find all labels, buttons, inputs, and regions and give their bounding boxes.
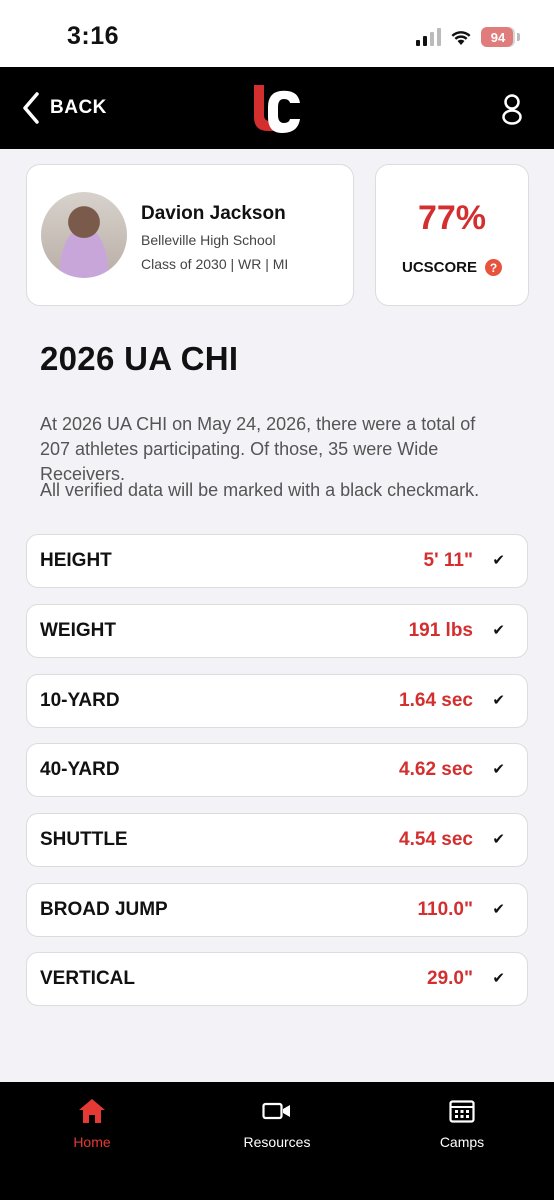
metric-value: 4.62 sec — [399, 759, 473, 780]
verified-note: All verified data will be marked with a … — [40, 480, 480, 500]
athlete-class-position-state: Class of 2030 | WR | MI — [141, 256, 289, 272]
nav-resources[interactable]: Resources — [222, 1096, 332, 1150]
verified-check-icon: ✔ — [492, 692, 505, 709]
nav-home-label: Home — [73, 1134, 111, 1150]
wifi-icon — [451, 30, 471, 45]
verified-check-icon: ✔ — [492, 552, 505, 569]
metric-value: 4.54 sec — [399, 829, 473, 850]
battery-percent: 94 — [490, 29, 506, 45]
help-icon[interactable]: ? — [485, 259, 502, 276]
chevron-left-icon — [23, 92, 39, 124]
back-label: BACK — [50, 97, 107, 118]
ucscore-card: 77% UCSCORE ? — [375, 164, 529, 306]
athlete-name: Davion Jackson — [141, 203, 286, 224]
nav-camps[interactable]: Camps — [407, 1096, 517, 1150]
verified-check-icon: ✔ — [492, 831, 505, 848]
athlete-profile-card[interactable]: Davion Jackson Belleville High School Cl… — [26, 164, 354, 306]
metric-value: 5' 11" — [423, 550, 473, 571]
metric-label: 40-YARD — [40, 759, 120, 780]
bottom-nav: Home Resources Camps — [0, 1082, 554, 1200]
verified-check-icon: ✔ — [492, 761, 505, 778]
metric-value: 110.0" — [417, 899, 473, 920]
status-icons: 94 — [416, 25, 520, 49]
metric-row-vertical: VERTICAL 29.0" ✔ — [26, 952, 528, 1006]
nav-camps-label: Camps — [439, 1134, 485, 1150]
metric-label: 10-YARD — [40, 690, 120, 711]
ucscore-value: 77% — [417, 199, 487, 237]
battery-icon: 94 — [481, 27, 515, 47]
metric-row-shuttle: SHUTTLE 4.54 sec ✔ — [26, 813, 528, 867]
home-icon — [79, 1099, 105, 1123]
status-time: 3:16 — [67, 22, 120, 50]
cellular-signal-icon — [416, 28, 441, 46]
nav-home[interactable]: Home — [37, 1096, 147, 1150]
metric-value: 29.0" — [427, 968, 473, 989]
video-camera-icon — [262, 1102, 290, 1120]
uc-logo — [254, 85, 300, 133]
app-header: BACK — [0, 67, 554, 149]
verified-check-icon: ✔ — [492, 901, 505, 918]
ucscore-label-row: UCSCORE ? — [376, 259, 528, 276]
verified-check-icon: ✔ — [492, 622, 505, 639]
metric-row-40-yard: 40-YARD 4.62 sec ✔ — [26, 743, 528, 797]
metric-value: 191 lbs — [408, 620, 473, 641]
athlete-school: Belleville High School — [141, 232, 276, 248]
metric-label: VERTICAL — [40, 968, 135, 989]
metric-row-height: HEIGHT 5' 11" ✔ — [26, 534, 528, 588]
metric-label: HEIGHT — [40, 550, 112, 571]
athlete-avatar — [41, 192, 127, 278]
event-description: At 2026 UA CHI on May 24, 2026, there we… — [40, 414, 476, 484]
metric-label: WEIGHT — [40, 620, 116, 641]
metric-value: 1.64 sec — [399, 690, 473, 711]
back-button[interactable]: BACK — [22, 91, 107, 125]
metric-row-10-yard: 10-YARD 1.64 sec ✔ — [26, 674, 528, 728]
ucscore-label: UCSCORE — [401, 259, 477, 276]
profile-icon[interactable] — [500, 93, 524, 125]
verified-check-icon: ✔ — [492, 970, 505, 987]
metric-row-broad-jump: BROAD JUMP 110.0" ✔ — [26, 883, 528, 937]
metric-row-weight: WEIGHT 191 lbs ✔ — [26, 604, 528, 658]
event-title: 2026 UA CHI — [40, 340, 239, 377]
nav-resources-label: Resources — [243, 1134, 311, 1150]
calendar-icon — [449, 1100, 475, 1123]
metric-label: SHUTTLE — [40, 829, 128, 850]
battery-nub — [517, 33, 520, 41]
metric-label: BROAD JUMP — [40, 899, 168, 920]
status-bar: 3:16 94 — [0, 0, 554, 67]
